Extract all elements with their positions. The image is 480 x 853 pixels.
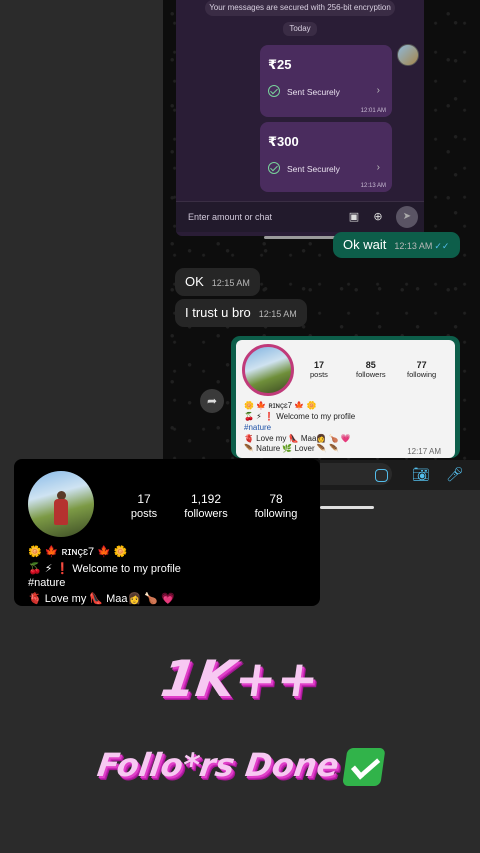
chat-input-bar: 📷︎ 🎤︎ bbox=[320, 460, 480, 490]
home-indicator bbox=[320, 506, 374, 509]
followers-count: 1,192 bbox=[190, 492, 222, 506]
bio-hashtag[interactable]: #nature bbox=[28, 577, 65, 589]
shared-bio-line: 🍒 ⚡ ❗ Welcome to my profile bbox=[244, 412, 356, 421]
send-button[interactable]: ➤ bbox=[396, 206, 418, 228]
message-time: 12:15 AM bbox=[211, 278, 250, 288]
payment-status: Sent Securely bbox=[287, 164, 340, 174]
payment-time: 12:01 AM bbox=[360, 108, 386, 114]
check-circle-icon bbox=[268, 162, 280, 174]
avatar[interactable] bbox=[397, 44, 419, 66]
payment-card-1[interactable]: ₹25 Sent Securely › 12:01 AM bbox=[260, 45, 392, 117]
shared-profile-card[interactable]: 17 posts 85 followers 77 following 🌼 🍁 ʀ… bbox=[236, 340, 455, 458]
microphone-icon[interactable]: 🎤︎ bbox=[446, 466, 464, 483]
avatar-person bbox=[54, 499, 68, 525]
bio-line: 🫀 Love my 👠 Maa👩 🍗 💗 bbox=[28, 593, 175, 605]
profile-avatar[interactable] bbox=[28, 471, 94, 537]
followers-label: followers bbox=[184, 508, 228, 520]
payment-time: 12:13 AM bbox=[360, 183, 386, 189]
shared-following-label: following bbox=[407, 370, 437, 379]
profile-name: 🌼 🍁 ʀɪɴçɛ7 🍁 🌼 bbox=[28, 546, 128, 558]
add-circle-icon[interactable]: ⊕ bbox=[371, 210, 385, 224]
message-text: OK bbox=[185, 274, 204, 289]
message-text: Ok wait bbox=[343, 237, 387, 252]
headline-count: 1K++ bbox=[157, 650, 323, 708]
shared-posts-count: 17 bbox=[313, 360, 324, 370]
shared-followers-label: followers bbox=[356, 370, 386, 379]
shared-profile-time: 12:17 AM bbox=[407, 447, 441, 456]
shared-followers-stat: 85 followers bbox=[356, 360, 386, 379]
encryption-notice: Your messages are secured with 256-bit e… bbox=[205, 0, 395, 16]
chevron-right-icon: › bbox=[376, 162, 380, 173]
following-count: 78 bbox=[269, 492, 283, 506]
shared-posts-stat: 17 posts bbox=[310, 360, 328, 379]
shared-bio-hashtag[interactable]: #nature bbox=[244, 423, 271, 432]
date-separator: Today bbox=[283, 22, 317, 36]
shared-posts-label: posts bbox=[310, 370, 328, 379]
incoming-message[interactable]: I trust u bro 12:15 AM bbox=[175, 299, 307, 327]
incoming-message[interactable]: OK 12:15 AM bbox=[175, 268, 260, 296]
bio-line: 🍒 ⚡ ❗ Welcome to my profile bbox=[28, 563, 181, 575]
amount-input-bar[interactable]: Enter amount or chat ▣ ⊕ ➤ bbox=[176, 201, 424, 232]
shared-bio-line: 🌼 🍁 ʀɪɴçɛ7 🍁 🌼 bbox=[244, 401, 317, 410]
check-circle-icon bbox=[268, 85, 280, 97]
shared-bio-line: 🪶 Nature 🌿 Lover 🪶 🪶 bbox=[244, 444, 339, 453]
image-icon[interactable]: ▣ bbox=[347, 210, 361, 224]
headline-text: Follo*rs Done bbox=[94, 746, 342, 784]
outgoing-message[interactable]: Ok wait 12:13 AM ✓✓ bbox=[333, 232, 460, 258]
forward-icon[interactable]: ➦ bbox=[200, 389, 224, 413]
posts-stat[interactable]: 17 posts bbox=[121, 492, 167, 520]
shared-bio-line: 🫀 Love my 👠 Maa👩 🍗 💗 bbox=[244, 434, 351, 443]
posts-count: 17 bbox=[137, 492, 151, 506]
payment-status: Sent Securely bbox=[287, 87, 340, 97]
message-input[interactable] bbox=[320, 463, 392, 485]
message-time: 12:13 AM bbox=[394, 241, 433, 251]
payment-amount: ₹300 bbox=[268, 134, 299, 149]
message-time: 12:15 AM bbox=[258, 309, 297, 319]
amount-input[interactable]: Enter amount or chat bbox=[188, 212, 272, 222]
message-text: I trust u bro bbox=[185, 305, 251, 320]
posts-label: posts bbox=[130, 508, 158, 520]
following-stat[interactable]: 78 following bbox=[250, 492, 302, 520]
payment-amount: ₹25 bbox=[268, 57, 292, 72]
shared-followers-count: 85 bbox=[365, 360, 376, 370]
shared-following-count: 77 bbox=[416, 360, 427, 370]
followers-stat[interactable]: 1,192 followers bbox=[180, 492, 232, 520]
shared-profile-avatar bbox=[242, 344, 294, 396]
profile-card: 17 posts 1,192 followers 78 following 🌼 … bbox=[14, 459, 320, 606]
headline-message: Follo*rs Done bbox=[0, 746, 480, 786]
check-mark-icon bbox=[341, 748, 386, 786]
following-label: following bbox=[254, 508, 298, 520]
shared-following-stat: 77 following bbox=[407, 360, 436, 379]
chevron-right-icon: › bbox=[376, 85, 380, 96]
camera-icon[interactable]: 📷︎ bbox=[412, 466, 430, 483]
sticker-icon[interactable] bbox=[375, 469, 388, 482]
read-receipt-icon: ✓✓ bbox=[434, 241, 450, 251]
payment-card-2[interactable]: ₹300 Sent Securely › 12:13 AM bbox=[260, 122, 392, 192]
